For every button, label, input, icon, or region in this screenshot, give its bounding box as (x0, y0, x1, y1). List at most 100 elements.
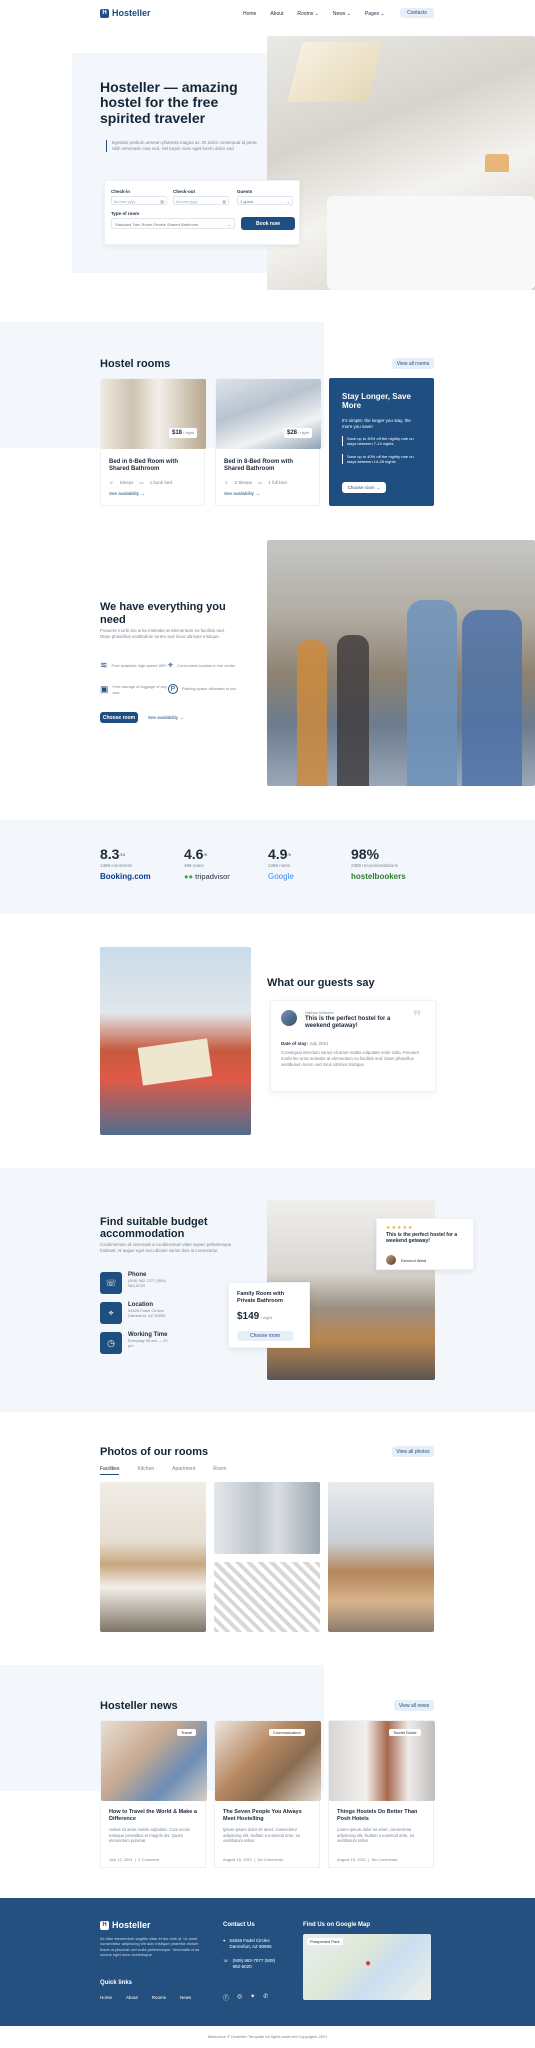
person-shape (462, 610, 522, 786)
tab-facilities[interactable]: Facilities (100, 1466, 120, 1475)
map-shape (137, 1038, 213, 1086)
nav-rooms[interactable]: Rooms ⌄ (297, 11, 318, 17)
nav-home[interactable]: Home (243, 11, 256, 17)
google-map[interactable]: Prospected Park ● (303, 1934, 431, 2000)
tab-room[interactable]: Room (213, 1466, 226, 1475)
facebook-icon[interactable]: ⓕ (223, 1993, 229, 2002)
news-comments[interactable]: No Comments (258, 1857, 284, 1862)
hero-text: Egestas pretium aenean pharetra magna ac… (106, 140, 266, 153)
news-card-text: Lorem ipsum dolor sit amet, consectetur … (337, 1827, 415, 1844)
promo-title: Stay Longer, Save More (342, 392, 411, 411)
booking-form: Check-in dd.mm.yyyy ▦ Check-out dd.mm.yy… (104, 180, 300, 245)
room-beds: 1 bunk bed (149, 480, 172, 485)
tab-kitchen[interactable]: Kitchen (137, 1466, 154, 1475)
gallery-photo[interactable] (214, 1482, 320, 1554)
rating-scale: /5 (287, 852, 291, 857)
see-availability-link[interactable]: See availability → (109, 491, 145, 496)
view-all-photos-button[interactable]: View all photos (392, 1446, 434, 1457)
footer-phones-text: (509) 982-7077 (509) 982-5020 (232, 1958, 276, 1969)
news-comments[interactable]: No Comments (372, 1857, 398, 1862)
room-card[interactable]: $18 / night Bed in 6-Bed Room with Share… (100, 378, 206, 506)
features-title: We have everything you need (100, 601, 226, 626)
rating-block: 4.9/5 2389 notes Google (268, 846, 294, 881)
room-price-per: / night (298, 430, 310, 435)
footer-phones: ☏ (509) 982-7077 (509) 982-5020 (223, 1958, 278, 1970)
quote-icon: ❞ (413, 1009, 422, 1026)
parking-icon: P (168, 684, 178, 694)
testimonial-author: Nathan Wheeler (305, 1010, 334, 1015)
stay-date-label: Date of stay: (281, 1041, 309, 1046)
checkout-placeholder: dd.mm.yyyy (176, 199, 198, 204)
guests-select[interactable]: 1 guest ⌄ (237, 196, 293, 205)
person-shape (337, 635, 369, 786)
choose-room-button[interactable]: Choose room → (342, 482, 386, 493)
hours-lines: Everyday 09 am — 20 pm (128, 1338, 168, 1349)
logo[interactable]: H Hosteller (100, 8, 151, 18)
footer-logo[interactable]: H Hosteller (100, 1920, 151, 1930)
checkout-field[interactable]: dd.mm.yyyy ▦ (173, 196, 229, 205)
contact-item: ☏ Phone (509) 982-7077 (509) 982-5020 (100, 1272, 168, 1294)
rating-block: 4.6/5 486 notes ●● tripadvisor (184, 846, 230, 881)
see-availability-link[interactable]: See availability → (148, 715, 184, 720)
contact-item: ⌖ Location 54826 Fadel Circles Darrenfur… (100, 1302, 178, 1324)
news-meta: August 15, 2021 | No Comments (223, 1857, 284, 1862)
rating-count: 2389 notes (268, 863, 291, 868)
review-author: Esmond Ward (401, 1258, 427, 1263)
nav-news[interactable]: News ⌄ (333, 11, 351, 17)
offer-choose-room-button[interactable]: Choose room (237, 1331, 293, 1341)
phone-icon: ☏ (223, 1958, 229, 1963)
room-type-select[interactable]: Standard Twin Room Private Shared Bathro… (111, 218, 235, 229)
checkin-field[interactable]: dd.mm.yyyy ▦ (111, 196, 167, 205)
twitter-icon[interactable]: ✦ (250, 1993, 255, 2002)
choose-room-button[interactable]: Choose room (100, 712, 138, 723)
news-card-title: How to Travel the World & Make a Differe… (109, 1809, 197, 1822)
rating-block: 98% 2389 recommendations hostelbookers (351, 846, 406, 881)
person-shape (407, 600, 457, 786)
book-now-button[interactable]: Book now (241, 217, 295, 230)
calendar-icon: ▦ (222, 199, 226, 204)
news-tag[interactable]: Travel (177, 1729, 196, 1736)
checkin-placeholder: dd.mm.yyyy (114, 199, 136, 204)
view-all-news-button[interactable]: View all news (394, 1700, 434, 1711)
tab-apartment[interactable]: Apartment (172, 1466, 195, 1475)
footer-link-home[interactable]: Home (100, 1995, 112, 2000)
whatsapp-icon[interactable]: ✆ (263, 1993, 268, 2002)
see-availability-link[interactable]: See availability → (224, 491, 260, 496)
gallery-photo[interactable] (214, 1562, 320, 1632)
stay-date: Date of stay: July 2021 (281, 1041, 329, 1046)
news-tag[interactable]: Tourist Guide (389, 1729, 421, 1736)
map-place-label: Prospected Park (307, 1938, 343, 1945)
news-card[interactable]: Travel How to Travel the World & Make a … (100, 1720, 207, 1868)
chevron-down-icon: ⌄ (227, 222, 231, 227)
nav-about[interactable]: About (270, 11, 283, 17)
phone-lines: (509) 982-7077 (509) 982-5020 (128, 1278, 166, 1289)
feature-label: Convenient location in the center (177, 662, 236, 668)
gallery-photo[interactable] (100, 1482, 206, 1632)
footer-link-news[interactable]: News (180, 1995, 191, 2000)
location-pin-icon: ⌖ (223, 1938, 226, 1943)
contacts-button[interactable]: Contacts (400, 8, 434, 18)
phone-icon: ☏ (100, 1272, 122, 1294)
room-card[interactable]: $28 / night Bed in 8-Bed Room with Share… (215, 378, 321, 506)
nav-pages[interactable]: Pages ⌄ (365, 11, 385, 17)
news-card[interactable]: Tourist Guide Things Hostels Do Better T… (328, 1720, 435, 1868)
rating-count: 486 notes (184, 863, 204, 868)
room-offer-card: Family Room with Private Bathroom $149 /… (228, 1282, 310, 1348)
rating-scale: /10 (119, 852, 126, 857)
hero-bedroom-image (267, 36, 535, 290)
rooms-title: Hostel rooms (100, 358, 171, 370)
news-tag[interactable]: Communication (269, 1729, 305, 1736)
footer-address-text: 54826 Fadel Circles Darrenfurt, AZ 90995 (229, 1938, 272, 1949)
view-all-rooms-button[interactable]: View all rooms (392, 358, 434, 369)
instagram-icon[interactable]: ◎ (237, 1993, 242, 2002)
budget-title: Find suitable budget accommodation (100, 1216, 208, 1241)
footer-link-about[interactable]: About (126, 1995, 138, 2000)
news-card[interactable]: Communication The Seven People You Alway… (214, 1720, 321, 1868)
news-comments[interactable]: 1 Comment (138, 1857, 159, 1862)
contact-item: ◷ Working Time Everyday 09 am — 20 pm (100, 1332, 168, 1354)
gallery-photo[interactable] (328, 1482, 434, 1632)
footer-link-rooms[interactable]: Rooms (152, 1995, 166, 2000)
news-card-text: Varius sit amet mattis vulputate. Cum so… (109, 1827, 190, 1844)
google-logo: Google (268, 872, 294, 881)
room-amenities: ☺ Sleeps ▭ 1 bunk bed (109, 480, 172, 486)
